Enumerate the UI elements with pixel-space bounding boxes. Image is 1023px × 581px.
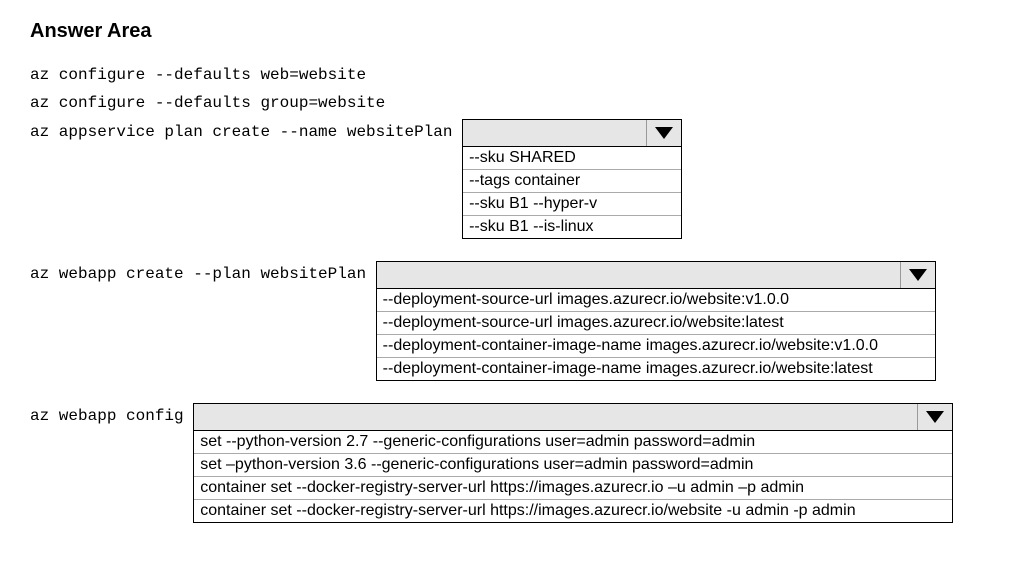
dropdown-plan-sku-options: --sku SHARED --tags container --sku B1 -… bbox=[462, 147, 682, 239]
dropdown-webapp-config[interactable]: set --python-version 2.7 --generic-confi… bbox=[193, 403, 953, 523]
code-line-2: az configure --defaults group=website bbox=[30, 91, 993, 115]
option-item[interactable]: --sku B1 --is-linux bbox=[463, 216, 681, 238]
option-item[interactable]: --deployment-container-image-name images… bbox=[377, 358, 935, 380]
option-item[interactable]: set –python-version 3.6 --generic-config… bbox=[194, 454, 952, 477]
code-line-5: az webapp config bbox=[30, 403, 193, 425]
option-item[interactable]: --deployment-source-url images.azurecr.i… bbox=[377, 312, 935, 335]
dropdown-webapp-config-options: set --python-version 2.7 --generic-confi… bbox=[193, 431, 953, 523]
option-item[interactable]: container set --docker-registry-server-u… bbox=[194, 477, 952, 500]
option-item[interactable]: set --python-version 2.7 --generic-confi… bbox=[194, 431, 952, 454]
option-item[interactable]: --deployment-source-url images.azurecr.i… bbox=[377, 289, 935, 312]
option-item[interactable]: --sku B1 --hyper-v bbox=[463, 193, 681, 216]
chevron-down-icon[interactable] bbox=[646, 120, 681, 146]
code-line-4: az webapp create --plan websitePlan bbox=[30, 261, 376, 283]
dropdown-plan-sku[interactable]: --sku SHARED --tags container --sku B1 -… bbox=[462, 119, 682, 239]
dropdown-webapp-create[interactable]: --deployment-source-url images.azurecr.i… bbox=[376, 261, 936, 381]
page-title: Answer Area bbox=[30, 20, 993, 43]
option-item[interactable]: container set --docker-registry-server-u… bbox=[194, 500, 952, 522]
dropdown-webapp-create-options: --deployment-source-url images.azurecr.i… bbox=[376, 289, 936, 381]
chevron-down-icon[interactable] bbox=[900, 262, 935, 288]
chevron-down-icon[interactable] bbox=[917, 404, 952, 430]
option-item[interactable]: --tags container bbox=[463, 170, 681, 193]
code-line-3: az appservice plan create --name website… bbox=[30, 119, 462, 141]
code-line-1: az configure --defaults web=website bbox=[30, 63, 993, 87]
option-item[interactable]: --deployment-container-image-name images… bbox=[377, 335, 935, 358]
option-item[interactable]: --sku SHARED bbox=[463, 147, 681, 170]
